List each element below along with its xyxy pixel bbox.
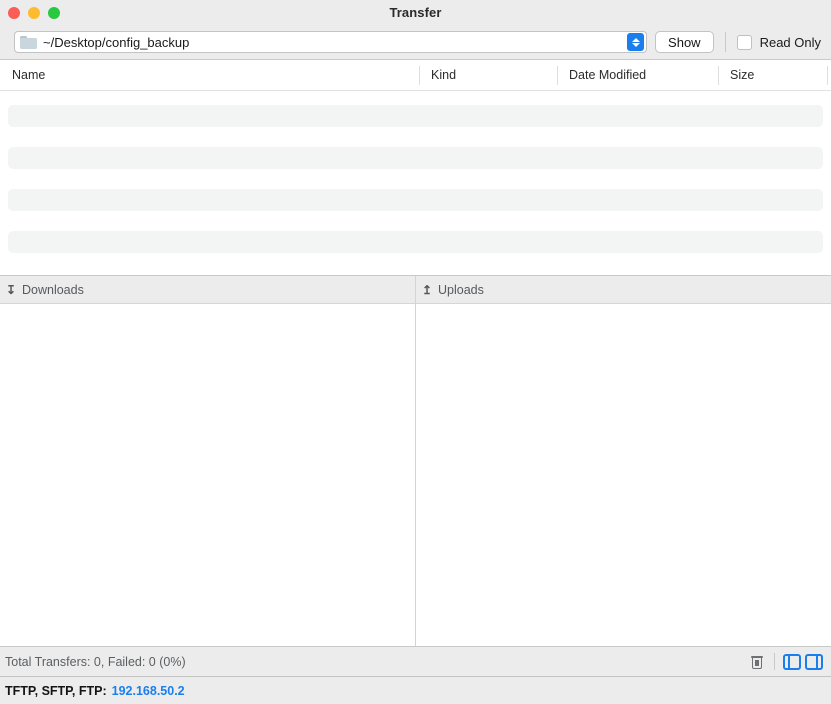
file-list-header: Name Kind Date Modified Size	[0, 60, 831, 91]
toolbar: ~/Desktop/config_backup Show Read Only	[0, 25, 831, 60]
transfer-panes: ↧ Downloads ↥ Uploads	[0, 275, 831, 646]
downloads-pane: ↧ Downloads	[0, 276, 415, 646]
panel-left-icon[interactable]	[783, 653, 801, 670]
maximize-window-button[interactable]	[48, 6, 60, 19]
file-list-placeholder-row	[8, 231, 823, 253]
read-only-toggle[interactable]: Read Only	[736, 34, 821, 50]
path-input[interactable]: ~/Desktop/config_backup	[14, 31, 648, 53]
column-header-size[interactable]: Size	[718, 60, 827, 90]
downloads-pane-header: ↧ Downloads	[0, 276, 415, 304]
connection-bar: TFTP, SFTP, FTP: 192.168.50.2	[0, 676, 831, 704]
statusbar: Total Transfers: 0, Failed: 0 (0%)	[0, 646, 831, 676]
path-value: ~/Desktop/config_backup	[43, 34, 190, 50]
window-title: Transfer	[389, 5, 442, 20]
file-list-placeholder-row	[8, 147, 823, 169]
panel-right-icon[interactable]	[805, 653, 823, 670]
toolbar-divider	[724, 32, 726, 52]
column-divider-3[interactable]	[718, 66, 719, 85]
transfer-summary: Total Transfers: 0, Failed: 0 (0%)	[5, 654, 186, 669]
traffic-lights	[8, 0, 60, 25]
file-list-body[interactable]	[0, 91, 831, 275]
show-button[interactable]: Show	[655, 31, 714, 53]
column-header-date-modified[interactable]: Date Modified	[557, 60, 718, 90]
read-only-label: Read Only	[759, 34, 821, 50]
connection-protocols: TFTP, SFTP, FTP:	[5, 683, 107, 698]
file-list-placeholder-row	[8, 105, 823, 127]
statusbar-actions	[747, 652, 823, 672]
column-header-name[interactable]: Name	[0, 60, 419, 90]
column-header-kind[interactable]: Kind	[419, 60, 557, 90]
folder-icon	[20, 35, 37, 49]
arrow-down-icon: ↧	[6, 282, 17, 297]
column-divider-4[interactable]	[827, 66, 828, 85]
arrow-up-icon: ↥	[422, 282, 433, 297]
titlebar: Transfer	[0, 0, 831, 25]
stepper-updown-icon[interactable]	[627, 33, 645, 51]
file-list-placeholder-row	[8, 189, 823, 211]
statusbar-divider	[774, 653, 775, 670]
uploads-pane-header: ↥ Uploads	[416, 276, 831, 304]
trash-icon[interactable]	[747, 652, 767, 672]
minimize-window-button[interactable]	[28, 6, 40, 19]
uploads-pane-title: Uploads	[438, 282, 484, 297]
downloads-pane-title: Downloads	[22, 282, 84, 297]
column-divider-1[interactable]	[419, 66, 420, 85]
close-window-button[interactable]	[8, 6, 20, 19]
uploads-pane: ↥ Uploads	[415, 276, 831, 646]
downloads-list[interactable]	[0, 304, 415, 646]
connection-host[interactable]: 192.168.50.2	[112, 684, 185, 698]
read-only-checkbox[interactable]	[736, 34, 752, 50]
uploads-list[interactable]	[416, 304, 831, 646]
transfer-window: Transfer ~/Desktop/config_backup Show Re…	[0, 0, 831, 704]
column-divider-2[interactable]	[557, 66, 558, 85]
